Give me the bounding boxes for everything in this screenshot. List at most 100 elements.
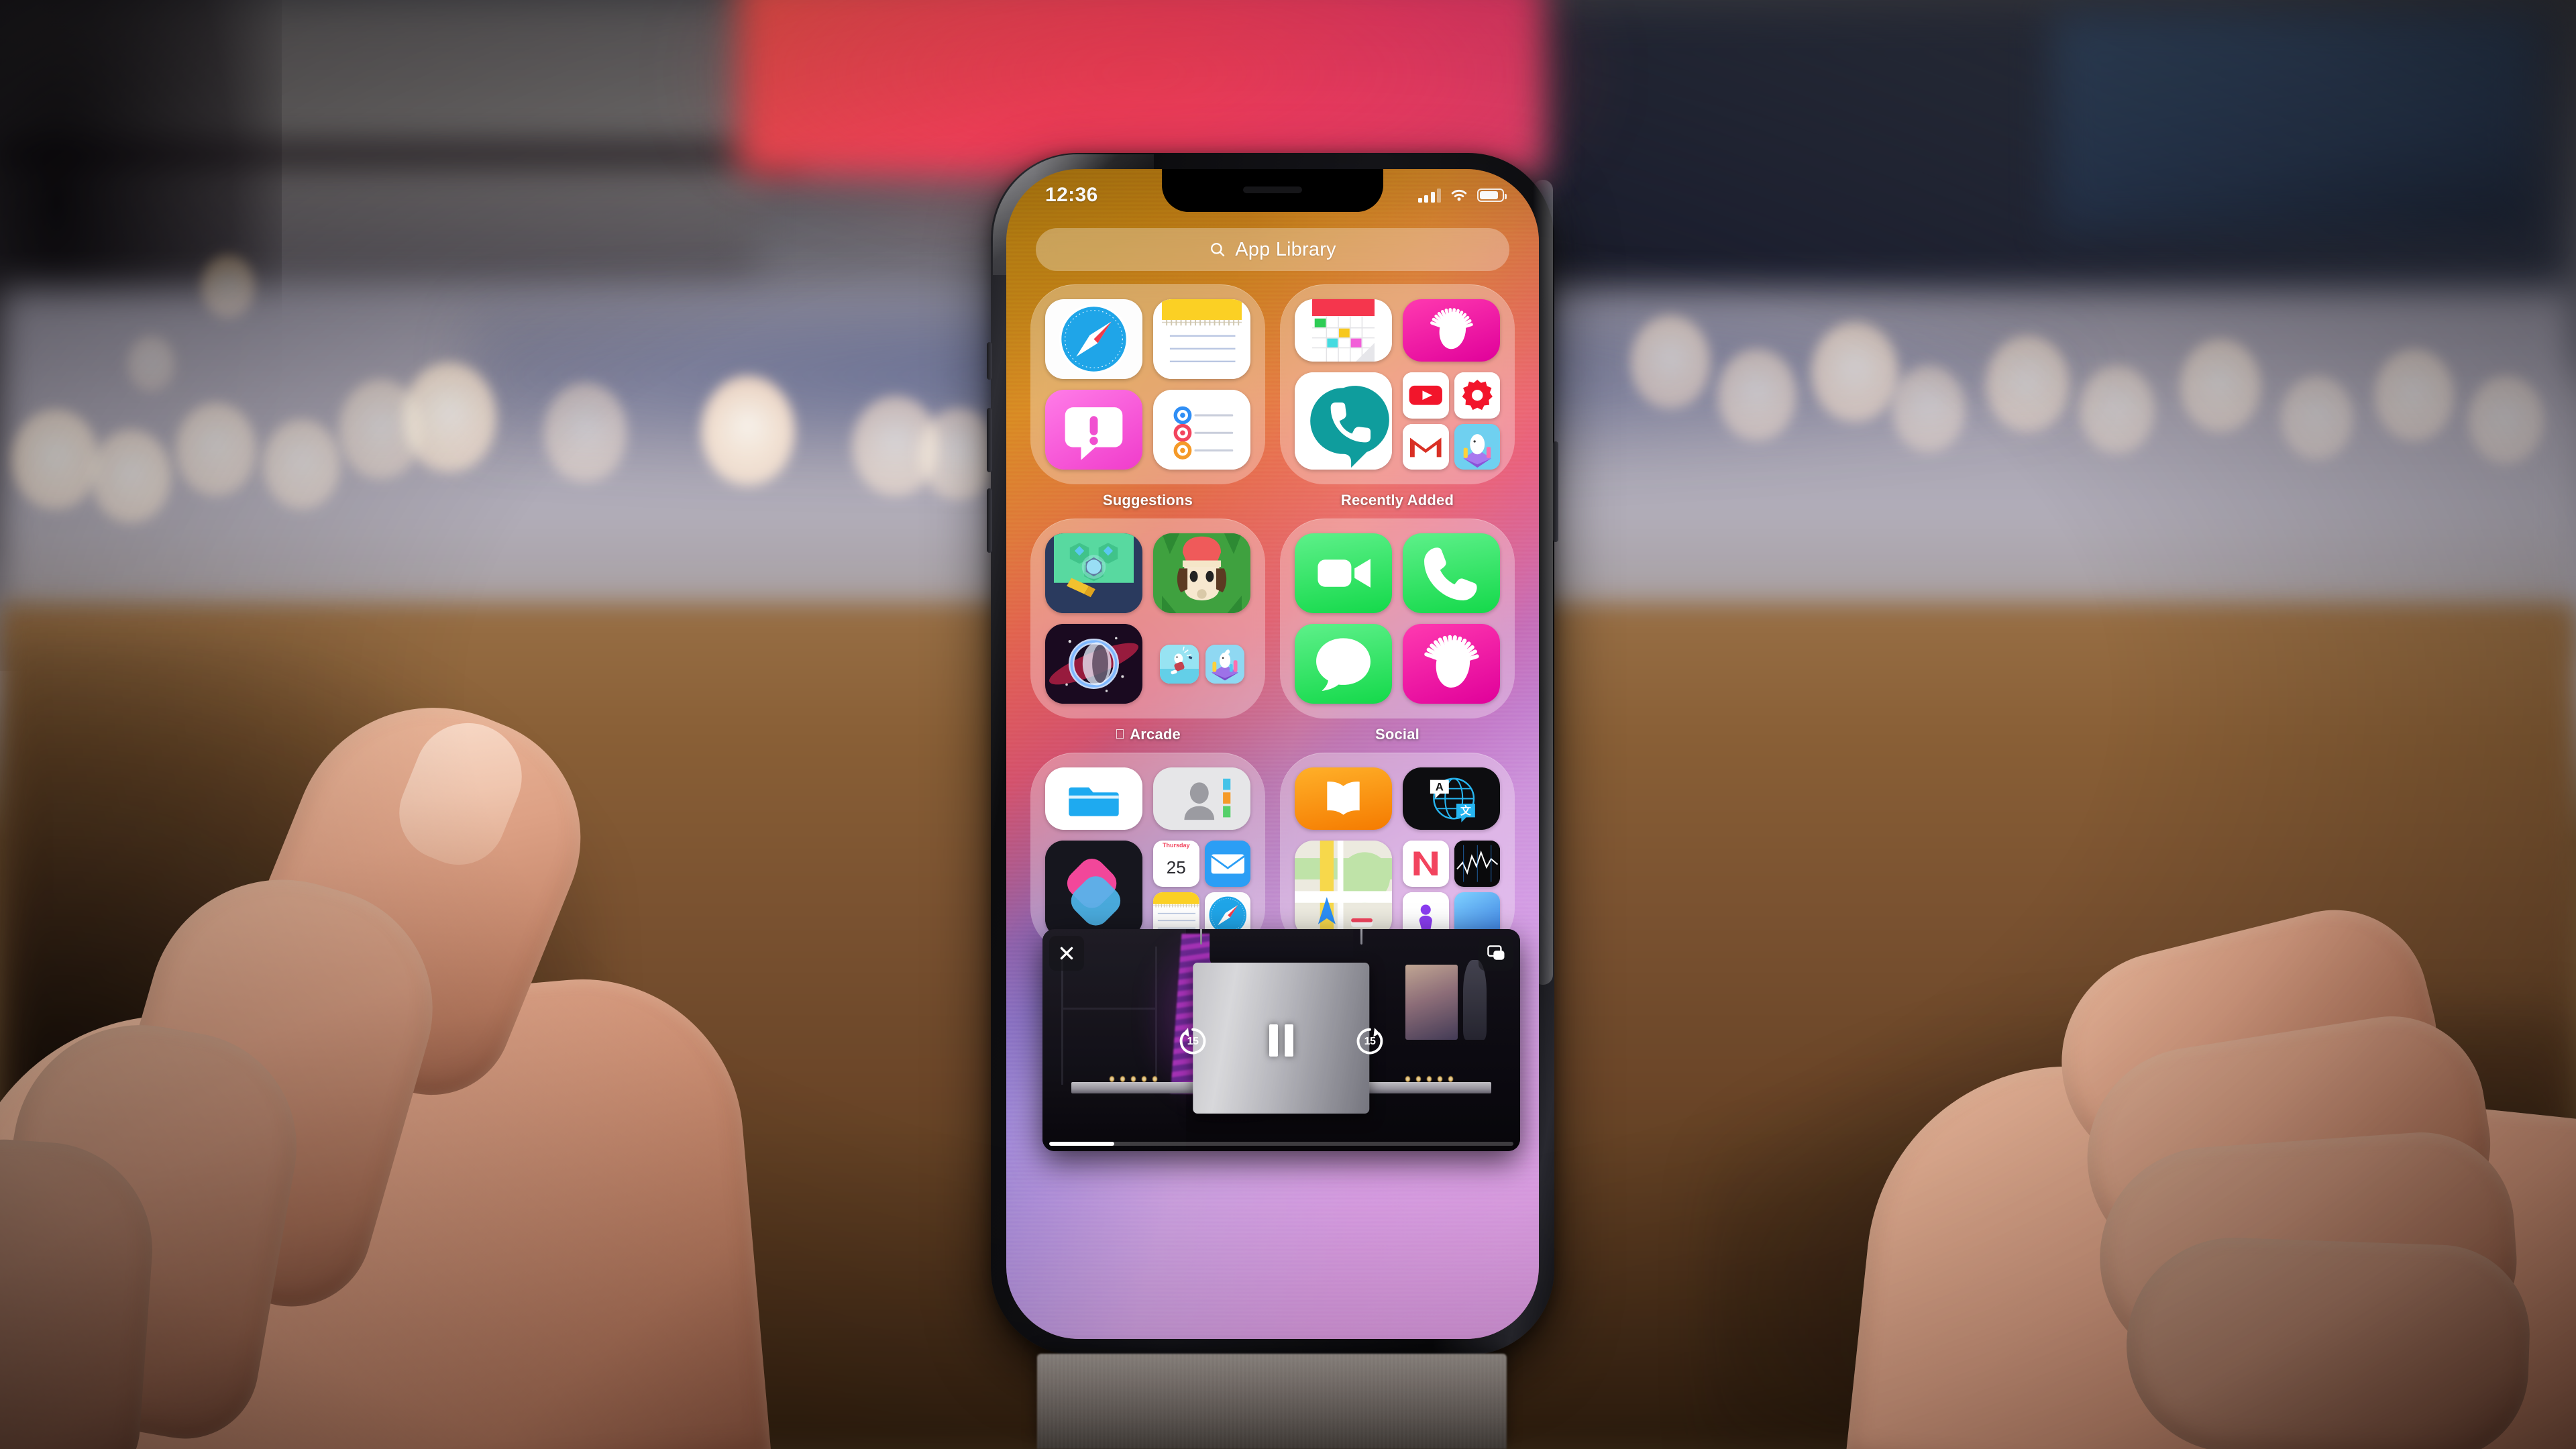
- pip-playback-controls: 15 15: [1042, 1022, 1520, 1059]
- stocks-icon[interactable]: [1454, 841, 1500, 887]
- pip-restore-button[interactable]: [1479, 936, 1513, 971]
- folder-mini-app-cluster[interactable]: [1153, 624, 1250, 704]
- bokeh-light: [2281, 376, 2353, 460]
- folder-mini-app-cluster[interactable]: Thursday 25: [1153, 841, 1250, 938]
- bokeh-light: [1986, 335, 2070, 433]
- status-bar-clock: 12:36: [1045, 184, 1098, 206]
- folder-mini-app-cluster[interactable]: [1403, 841, 1500, 938]
- bokeh-light: [1811, 322, 1898, 423]
- messages-icon[interactable]: [1295, 624, 1392, 704]
- calendar-icon[interactable]: [1295, 299, 1392, 362]
- folder-recently-added[interactable]: [1280, 284, 1515, 484]
- bokeh-light: [12, 409, 99, 510]
- bokeh-light: [176, 402, 256, 496]
- folder-label: Social: [1375, 726, 1419, 743]
- youtube-icon[interactable]: [1403, 372, 1449, 419]
- folder-label-text: Suggestions: [1102, 492, 1193, 508]
- app-library-folder[interactable]: Recently Added: [1277, 284, 1517, 509]
- pip-play-pause-button[interactable]: [1263, 1022, 1299, 1059]
- bokeh-light: [701, 376, 795, 486]
- volume-down-button[interactable]: [987, 488, 992, 553]
- safari-icon[interactable]: [1045, 299, 1142, 379]
- folder-social[interactable]: [1280, 519, 1515, 718]
- pip-forward-15-button[interactable]: 15: [1352, 1022, 1388, 1059]
- status-bar-indicators: [1417, 188, 1507, 203]
- app-library-search-label: App Library: [1235, 238, 1336, 260]
- background-right-monitor: [2053, 13, 2536, 235]
- power-button[interactable]: [1553, 441, 1558, 542]
- apple-logo-icon: : [1115, 727, 1125, 743]
- phone-icon[interactable]: [1403, 533, 1500, 613]
- google-voice-icon[interactable]: [1295, 372, 1392, 470]
- reminders-icon[interactable]: [1153, 390, 1250, 470]
- folder-arcade[interactable]: [1030, 519, 1265, 718]
- pip-forward-label: 15: [1364, 1035, 1376, 1047]
- bokeh-light: [127, 335, 174, 392]
- search-icon: [1211, 243, 1225, 257]
- bokeh-light: [201, 255, 255, 319]
- app-library-folder[interactable]: Arcade: [1028, 519, 1268, 743]
- arcade-platform-game-icon[interactable]: [1205, 644, 1244, 684]
- right-pinky-finger: [2123, 1234, 2533, 1449]
- app-library-grid: Suggestions Recently Added Arcade Social Th…: [1028, 284, 1517, 960]
- notes-icon[interactable]: [1153, 299, 1250, 379]
- gmail-icon[interactable]: [1403, 423, 1449, 470]
- folder-label-text: Arcade: [1124, 726, 1181, 743]
- left-hand: [0, 665, 1100, 1449]
- pip-progress-bar[interactable]: [1049, 1142, 1513, 1146]
- app-library-search-bar[interactable]: App Library: [1036, 228, 1509, 271]
- calendar-day: 25: [1166, 857, 1186, 878]
- arcade-sport-game-icon[interactable]: [1159, 644, 1199, 684]
- youtube-studio-icon[interactable]: [1454, 372, 1500, 419]
- bokeh-light: [402, 362, 496, 473]
- app-library-folder[interactable]: Social: [1277, 519, 1517, 743]
- pip-restore-icon: [1487, 945, 1505, 960]
- earpiece-speaker-icon: [1243, 186, 1302, 193]
- contacts-icon[interactable]: [1153, 767, 1250, 830]
- wifi-icon: [1451, 189, 1467, 201]
- pip-rewind-15-button[interactable]: 15: [1175, 1022, 1211, 1059]
- bokeh-light: [2469, 376, 2544, 464]
- bokeh-light: [1892, 366, 1966, 453]
- arcade-hex-game-icon[interactable]: [1045, 533, 1142, 613]
- bokeh-light: [2080, 366, 2155, 454]
- books-icon[interactable]: [1295, 767, 1392, 830]
- cellular-signal-icon: [1417, 188, 1441, 203]
- app-library-folder[interactable]: Suggestions: [1028, 284, 1268, 509]
- svg-text:A: A: [1436, 780, 1444, 793]
- game-icon[interactable]: [1454, 423, 1500, 470]
- folder-label: Arcade: [1115, 726, 1181, 743]
- facetime-icon[interactable]: [1295, 533, 1392, 613]
- translate-icon[interactable]: A文: [1403, 767, 1500, 830]
- folder-mini-app-cluster[interactable]: [1403, 372, 1500, 470]
- folder-unnamed-5[interactable]: A文: [1280, 753, 1515, 953]
- bokeh-light: [2375, 349, 2454, 441]
- phone-stand: [1037, 1354, 1507, 1449]
- maps-icon[interactable]: [1295, 841, 1392, 938]
- picture-in-picture-player[interactable]: 15 15: [1042, 929, 1520, 1151]
- calendar-weekday: Thursday: [1162, 842, 1190, 849]
- overcast-icon[interactable]: [1403, 299, 1500, 362]
- folder-label-text: Recently Added: [1340, 492, 1454, 508]
- bokeh-light: [2180, 339, 2261, 433]
- scene: 12:36 App Library Suggestions Recently Ad…: [0, 0, 2576, 1449]
- overcast-icon[interactable]: [1403, 624, 1500, 704]
- notch: [1162, 169, 1383, 212]
- pip-rewind-label: 15: [1187, 1035, 1199, 1047]
- arcade-gnome-game-icon[interactable]: [1153, 533, 1250, 613]
- mute-switch[interactable]: [987, 342, 992, 380]
- folder-suggestions[interactable]: [1030, 284, 1265, 484]
- news-icon[interactable]: [1403, 841, 1449, 887]
- pause-icon: [1269, 1024, 1293, 1057]
- volume-up-button[interactable]: [987, 408, 992, 472]
- battery-icon: [1477, 189, 1507, 202]
- svg-text:文: 文: [1460, 804, 1471, 817]
- calendar-icon[interactable]: Thursday 25: [1153, 841, 1199, 887]
- right-hand: [1650, 890, 2576, 1449]
- mail-icon[interactable]: [1204, 841, 1250, 887]
- bokeh-light: [1717, 349, 1796, 441]
- bokeh-light: [263, 419, 340, 510]
- alert-bubble-icon[interactable]: [1045, 390, 1142, 470]
- arcade-space-game-icon[interactable]: [1045, 624, 1142, 704]
- bokeh-light: [543, 382, 627, 483]
